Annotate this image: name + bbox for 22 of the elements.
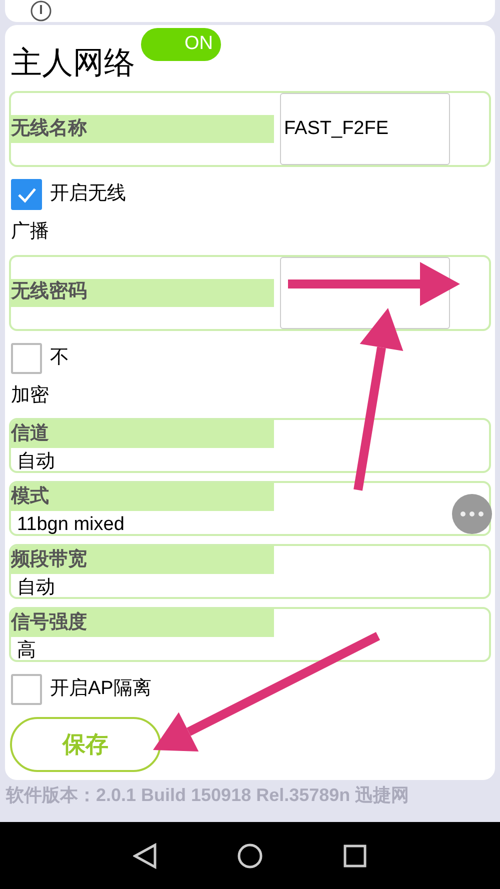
text-field[interactable]: FAST_F2FE [280,93,450,165]
checkbox-label: 开启无线 [50,182,126,206]
checkbox-label: 广播 [11,220,49,244]
checkmark-icon [16,186,36,202]
home-icon[interactable] [237,842,263,868]
checkbox[interactable] [11,674,42,705]
more-icon [460,511,484,517]
field-label: 无线密码 [11,278,274,306]
checkbox[interactable] [11,179,42,210]
version-text: 软件版本：2.0.1 Build 150918 Rel.35789n 迅捷网 [4,784,410,807]
checkbox[interactable] [11,342,42,374]
recents-icon[interactable] [343,844,367,868]
field-label: 无线名称 [11,115,274,143]
checkbox-label: 不 [50,346,69,370]
select-value: 11bgn mixed [16,513,126,534]
checkbox-label: 加密 [11,384,49,408]
select-value: 自动 [16,576,56,597]
select-value: 自动 [16,450,56,471]
section-title: 主人网络 [11,44,135,82]
checkbox-label: 开启AP隔离 [50,677,152,702]
select-value: 高 [16,639,37,660]
back-icon[interactable] [133,842,157,868]
